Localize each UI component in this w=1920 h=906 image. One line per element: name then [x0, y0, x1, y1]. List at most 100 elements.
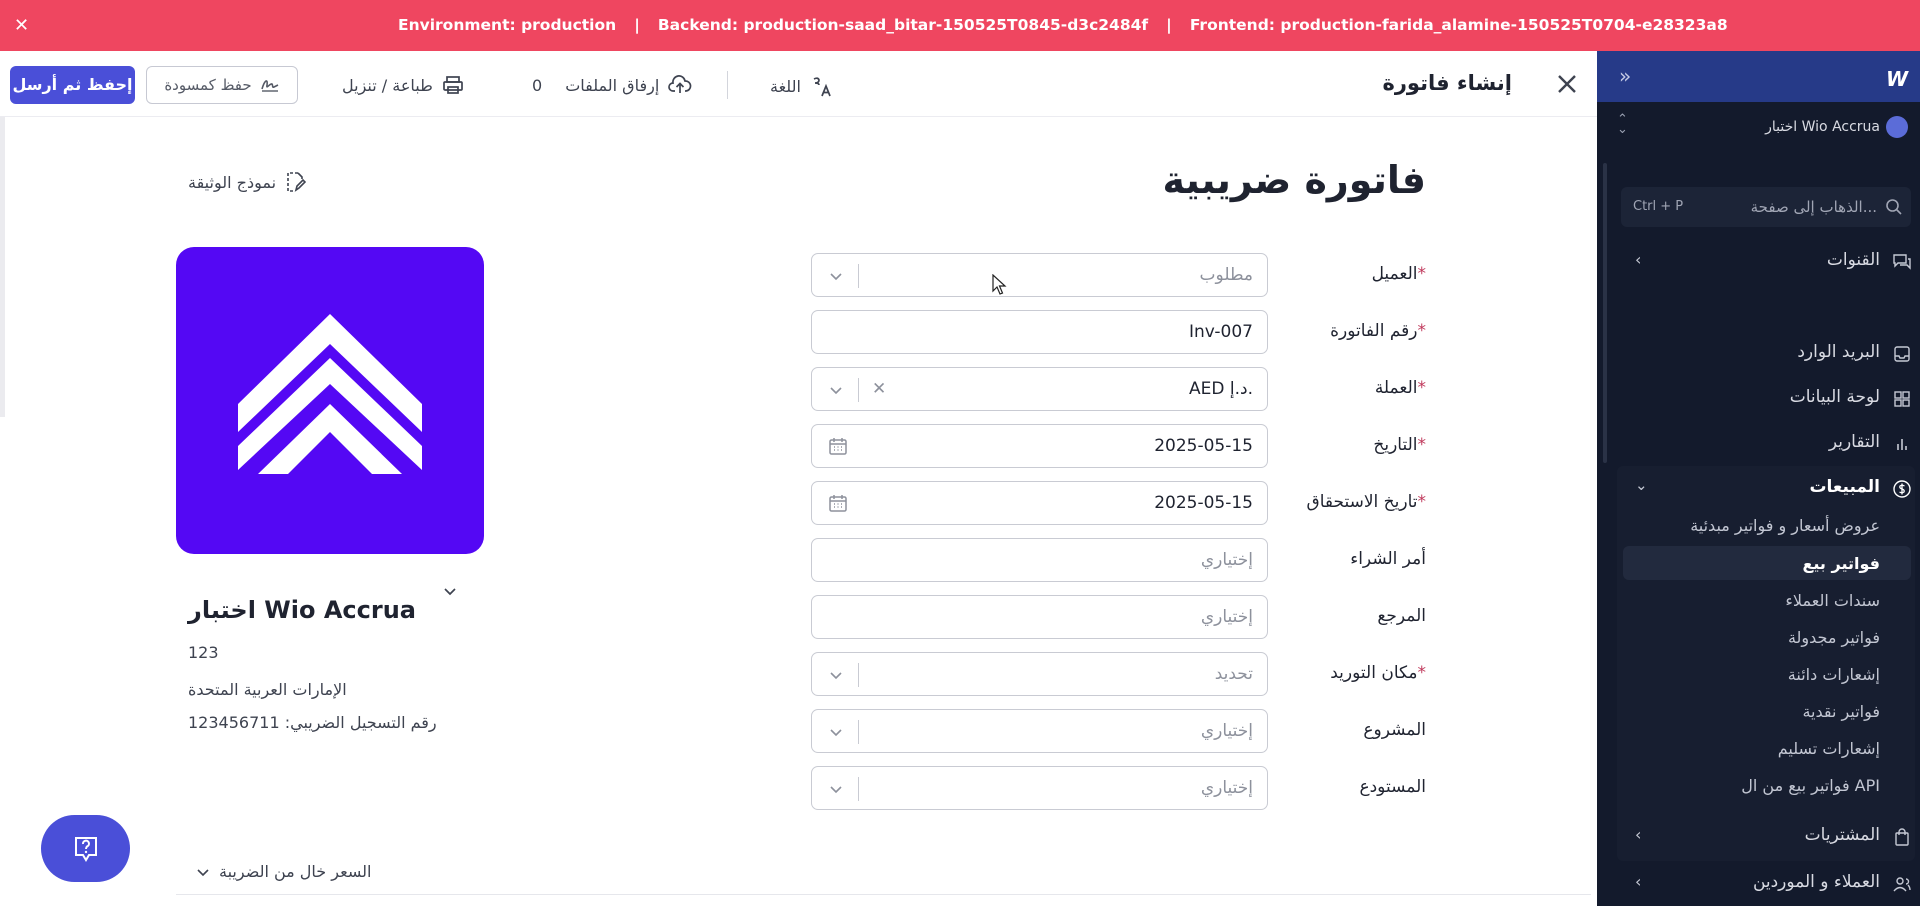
- sidebar-item-dashboard[interactable]: لوحة البيانات: [1790, 387, 1880, 407]
- scroll-indicator: [0, 117, 5, 417]
- divider: [176, 894, 1591, 895]
- invoice-number-label: رقم الفاتورة*: [1330, 321, 1426, 341]
- chevron-down-icon: [830, 273, 842, 281]
- shopping-bag-icon: [1895, 828, 1909, 846]
- environment-label: Environment: production: [398, 16, 617, 34]
- calendar-icon[interactable]: [828, 436, 848, 456]
- chevron-down-icon: [197, 868, 209, 876]
- sidebar-item-customer-receipts[interactable]: سندات العملاء: [1785, 591, 1880, 610]
- backend-label: Backend: production-saad_bitar-150525T08…: [657, 16, 1149, 34]
- sidebar-item-sales-invoices[interactable]: فواتير بيع: [1802, 554, 1880, 573]
- signature-icon: [260, 80, 279, 92]
- sidebar-item-reports[interactable]: التقارير: [1829, 432, 1880, 452]
- place-of-supply-select[interactable]: تحديد: [811, 652, 1268, 696]
- company-logo[interactable]: [176, 247, 484, 554]
- company-logo-mark: [238, 314, 422, 474]
- search-icon: [1886, 199, 1902, 215]
- close-icon[interactable]: [1552, 69, 1582, 99]
- sidebar: » W ⌃ ⌄ اختبار Wio Accrua Ctrl + P الذهاب…: [1597, 51, 1920, 906]
- workspace-icon: [1886, 116, 1908, 138]
- workspace-switch-icon[interactable]: ⌃ ⌄: [1617, 113, 1628, 136]
- chevron-left-icon[interactable]: ‹: [1635, 872, 1641, 891]
- sidebar-item-customers-suppliers[interactable]: العملاء و الموردين: [1753, 872, 1880, 892]
- currency-label: العملة*: [1374, 378, 1426, 398]
- tax-mode-toggle[interactable]: السعر خال من الضريبة: [195, 862, 371, 881]
- environment-info: Environment: production | Backend: product…: [398, 16, 1728, 34]
- chat-icon: [1893, 254, 1911, 270]
- warehouse-label: المستودع: [1359, 777, 1426, 797]
- inbox-icon: [1894, 346, 1910, 362]
- chevron-down-icon: [830, 387, 842, 395]
- app-logo: W: [1885, 67, 1908, 91]
- save-draft-button[interactable]: حفظ كمسودة: [146, 66, 298, 104]
- reference-label: المرجع: [1377, 606, 1426, 626]
- language-button[interactable]: اللغة: [770, 75, 834, 97]
- chevron-down-icon[interactable]: ⌄: [1635, 476, 1648, 494]
- chevron-left-icon[interactable]: ‹: [1635, 250, 1641, 269]
- mouse-cursor: [992, 274, 1007, 295]
- workspace-name[interactable]: اختبار Wio Accrua: [1765, 119, 1880, 135]
- help-icon: [75, 837, 97, 862]
- bar-chart-icon: [1897, 439, 1907, 450]
- sidebar-item-quotes[interactable]: عروض أسعار و فواتير مبدئية: [1690, 516, 1880, 535]
- due-date-label: تاريخ الاستحقاق*: [1306, 492, 1426, 512]
- sidebar-item-api-invoices[interactable]: فواتير بيع من ال API: [1741, 776, 1880, 795]
- customer-label: العميل*: [1371, 264, 1426, 284]
- purchase-order-label: أمر الشراء: [1350, 549, 1426, 569]
- users-icon: [1893, 877, 1911, 892]
- upload-icon: [668, 75, 692, 93]
- sidebar-item-credit-notes[interactable]: إشعارات دائنة: [1788, 665, 1880, 684]
- sidebar-header: » W: [1597, 51, 1920, 102]
- company-tax-id: رقم التسجيل الضريبي: 123456711: [188, 713, 437, 732]
- language-icon: [813, 77, 831, 97]
- close-icon[interactable]: ✕: [14, 15, 29, 36]
- frontend-label: Frontend: production-farida_alamine-1505…: [1189, 16, 1728, 34]
- document-title: فاتورة ضريبية: [1162, 158, 1426, 202]
- project-label: المشروع: [1363, 720, 1426, 740]
- printer-icon: [442, 76, 463, 94]
- sidebar-item-sales[interactable]: المبيعات: [1809, 477, 1880, 497]
- warehouse-select[interactable]: إختياري: [811, 766, 1268, 810]
- page-title: إنشاء فاتورة: [1382, 71, 1512, 95]
- project-select[interactable]: إختياري: [811, 709, 1268, 753]
- clear-icon[interactable]: ✕: [872, 379, 886, 399]
- company-name: اختبار Wio Accrua: [188, 596, 416, 624]
- document-template-button[interactable]: نموذج الوثيقة: [188, 170, 307, 194]
- sidebar-item-inbox[interactable]: البريد الوارد: [1797, 342, 1880, 362]
- chevron-down-icon: [830, 786, 842, 794]
- invoice-number-input[interactable]: Inv-007: [811, 310, 1268, 354]
- chevron-left-icon[interactable]: ‹: [1635, 825, 1641, 844]
- sidebar-scrollbar[interactable]: [1603, 163, 1607, 463]
- sidebar-item-scheduled-invoices[interactable]: فواتير مجدولة: [1788, 628, 1880, 647]
- chevron-down-icon: [830, 729, 842, 737]
- company-country: الإمارات العربية المتحدة: [188, 680, 347, 699]
- date-label: التاريخ*: [1373, 435, 1426, 455]
- print-download-button[interactable]: طباعة / تنزيل: [342, 75, 464, 95]
- due-date-input[interactable]: 2025-05-15: [811, 481, 1268, 525]
- chevron-down-icon[interactable]: [441, 583, 459, 601]
- place-of-supply-label: مكان التوريد*: [1330, 663, 1426, 683]
- help-button[interactable]: [41, 815, 130, 882]
- calendar-icon[interactable]: [828, 493, 848, 513]
- expand-icon[interactable]: »: [1619, 64, 1631, 88]
- currency-select[interactable]: AED د.إ. ✕: [811, 367, 1268, 411]
- reference-input[interactable]: إختياري: [811, 595, 1268, 639]
- purchase-order-input[interactable]: إختياري: [811, 538, 1268, 582]
- sidebar-item-delivery-notes[interactable]: إشعارات تسليم: [1778, 739, 1880, 758]
- toolbar-divider: [727, 71, 728, 99]
- dashboard-icon: [1894, 391, 1910, 407]
- dollar-icon: [1893, 480, 1911, 498]
- customer-select[interactable]: مطلوب: [811, 253, 1268, 297]
- sidebar-item-cash-invoices[interactable]: فواتير نقدية: [1802, 702, 1880, 721]
- environment-bar: ✕ Environment: production | Backend: produ…: [0, 0, 1920, 51]
- save-and-send-button[interactable]: إحفظ ثم أرسل: [10, 66, 135, 104]
- invoice-toolbar: إحفظ ثم أرسل حفظ كمسودة طباعة / تنزيل 0 …: [0, 51, 1597, 117]
- search-input[interactable]: Ctrl + P الذهاب إلى صفحة...: [1621, 187, 1911, 227]
- company-address-line: 123: [188, 643, 219, 662]
- chevron-down-icon: [830, 672, 842, 680]
- sidebar-item-purchases[interactable]: المشتريات: [1805, 825, 1880, 845]
- sidebar-item-channels[interactable]: القنوات: [1827, 250, 1880, 270]
- edit-document-icon: [287, 172, 307, 192]
- date-input[interactable]: 2025-05-15: [811, 424, 1268, 468]
- attach-files-button[interactable]: 0 إرفاق الملفات: [532, 75, 692, 95]
